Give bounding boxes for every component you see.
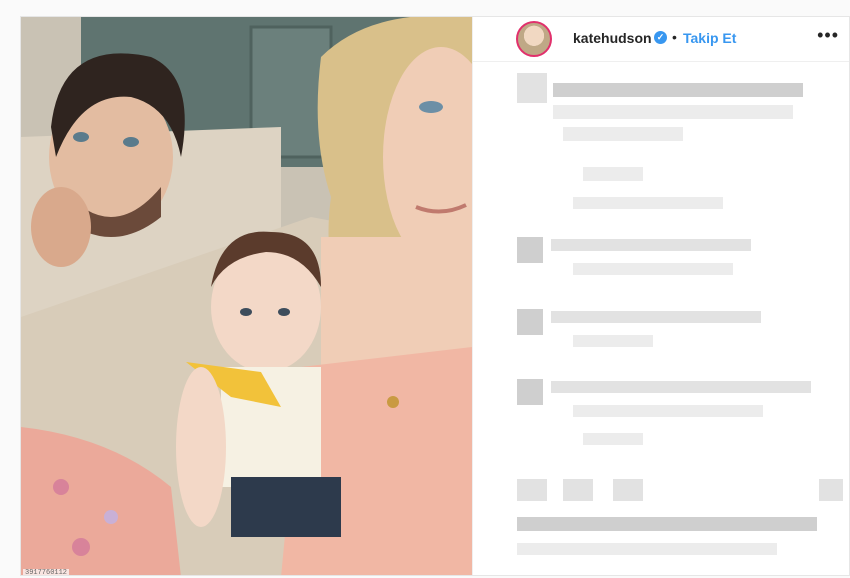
post-sidebar: katehudson ✓ • Takip Et ••• [472,17,849,575]
post-photo[interactable]: 3917760112 [21,17,472,576]
more-options-icon[interactable]: ••• [817,25,839,46]
profile-avatar[interactable] [516,21,552,57]
verified-badge-icon: ✓ [654,31,667,44]
separator-dot: • [672,29,677,45]
photo-watermark: 3917760112 [23,569,70,576]
family-photo-illustration [21,17,472,575]
post-username[interactable]: katehudson [573,30,652,46]
post-header: katehudson ✓ • Takip Et ••• [473,17,849,62]
instagram-post-card: 3917760112 katehudson ✓ • Takip Et ••• [20,16,850,576]
follow-button[interactable]: Takip Et [683,30,736,46]
